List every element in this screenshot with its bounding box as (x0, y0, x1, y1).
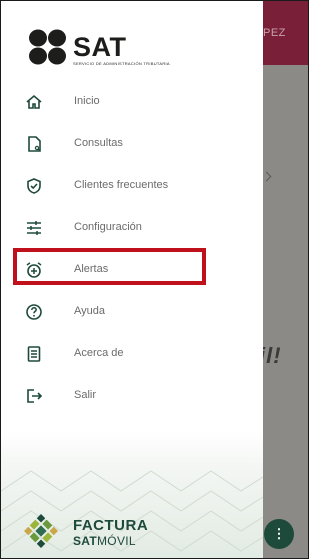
menu-item-ayuda[interactable]: Ayuda (1, 291, 263, 333)
sat-logo-icon (29, 29, 66, 65)
navigation-drawer: SAT SERVICIO DE ADMINISTRACIÓN TRIBUTARI… (1, 1, 263, 558)
more-options-button[interactable]: ⋮ (264, 519, 294, 549)
menu-item-salir[interactable]: Salir (1, 375, 263, 417)
phone-screen: PEZ il! ⋮ SAT SERVICIO DE ADMINISTRACIÓN… (0, 0, 309, 559)
menu-item-label: Consultas (74, 137, 123, 149)
menu-item-clientes-frecuentes[interactable]: Clientes frecuentes (1, 165, 263, 207)
header-title-partial: PEZ (263, 27, 286, 39)
menu-item-acerca-de[interactable]: Acerca de (1, 333, 263, 375)
factura-logo-icon (24, 514, 58, 548)
brand-line-sat-movil: SATMÓVIL (73, 534, 136, 548)
info-document-icon (27, 346, 41, 362)
sat-logo: SAT SERVICIO DE ADMINISTRACIÓN TRIBUTARI… (29, 29, 249, 66)
brand-sat: SAT (73, 534, 98, 548)
menu-item-label: Salir (74, 389, 97, 401)
menu-item-label: Configuración (74, 221, 142, 233)
highlight-box-alertas (13, 248, 206, 285)
menu-item-label: Inicio (74, 95, 100, 107)
menu-item-consultas[interactable]: Consultas (1, 123, 263, 165)
sliders-icon (27, 221, 41, 235)
shield-check-icon (27, 178, 41, 194)
brand-line-factura: FACTURA (73, 517, 149, 534)
menu-item-inicio[interactable]: Inicio (1, 81, 263, 123)
menu-item-label: Clientes frecuentes (74, 179, 169, 191)
document-search-icon (28, 136, 41, 152)
menu-item-label: Acerca de (74, 347, 124, 359)
logout-icon (27, 389, 43, 403)
brand-movil: MÓVIL (97, 534, 136, 548)
logo-word: SAT (73, 32, 127, 62)
menu-item-configuracion[interactable]: Configuración (1, 207, 263, 249)
menu-item-label: Ayuda (74, 305, 105, 317)
factura-sat-movil-logo: FACTURA SATMÓVIL (21, 511, 201, 551)
logo-subtitle: SERVICIO DE ADMINISTRACIÓN TRIBUTARIA (73, 61, 170, 66)
help-circle-icon (26, 304, 42, 320)
chevron-icon (261, 171, 272, 182)
home-icon (26, 94, 42, 109)
